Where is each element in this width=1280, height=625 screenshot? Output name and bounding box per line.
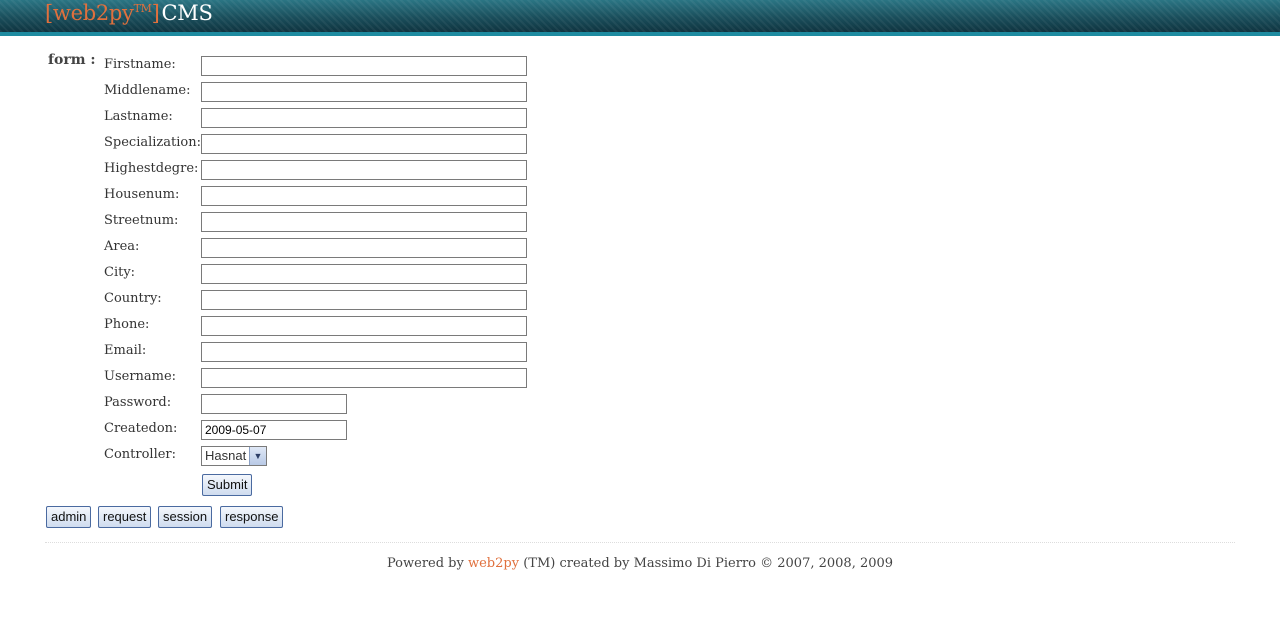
- firstname-field[interactable]: [201, 56, 527, 76]
- email-label: Email:: [104, 343, 147, 358]
- highestdegre-field[interactable]: [201, 160, 527, 180]
- site-logo[interactable]: [web2pyTM]CMS: [45, 1, 213, 25]
- country-field[interactable]: [201, 290, 527, 310]
- footer-divider: [45, 542, 1235, 543]
- createdon-label: Createdon:: [104, 421, 178, 436]
- createdon-field[interactable]: [201, 420, 347, 440]
- highestdegre-label: Highestdegre:: [104, 161, 199, 176]
- password-label: Password:: [104, 395, 172, 410]
- admin-button[interactable]: admin: [46, 506, 92, 528]
- header-bar: [web2pyTM]CMS: [0, 0, 1280, 36]
- phone-field[interactable]: [201, 316, 527, 336]
- specialization-field[interactable]: [201, 134, 527, 154]
- logo-app-name: CMS: [161, 1, 213, 25]
- logo-brand: [web2py: [45, 1, 134, 25]
- area-field[interactable]: [201, 238, 527, 258]
- middlename-field[interactable]: [201, 82, 527, 102]
- request-button[interactable]: request: [98, 506, 152, 528]
- streetnum-field[interactable]: [201, 212, 527, 232]
- logo-tm: TM: [133, 2, 152, 15]
- lastname-label: Lastname:: [104, 109, 173, 124]
- housenum-label: Housenum:: [104, 187, 180, 202]
- chevron-down-icon[interactable]: ▼: [249, 447, 266, 465]
- response-button[interactable]: response: [220, 506, 284, 528]
- city-label: City:: [104, 265, 136, 280]
- username-field[interactable]: [201, 368, 527, 388]
- password-field[interactable]: [201, 394, 347, 414]
- country-label: Country:: [104, 291, 162, 306]
- controller-select[interactable]: Hasnat ▼: [201, 446, 267, 466]
- city-field[interactable]: [201, 264, 527, 284]
- form-section-label: form :: [48, 52, 96, 68]
- web2py-link[interactable]: web2py: [468, 556, 519, 571]
- firstname-label: Firstname:: [104, 57, 176, 72]
- email-field[interactable]: [201, 342, 527, 362]
- footer-prefix: Powered by: [386, 556, 468, 571]
- submit-button[interactable]: Submit: [202, 474, 253, 496]
- controller-select-value: Hasnat: [205, 448, 247, 463]
- housenum-field[interactable]: [201, 186, 527, 206]
- username-label: Username:: [104, 369, 177, 384]
- session-button[interactable]: session: [158, 506, 213, 528]
- footer: Powered by web2py (TM) created by Massim…: [0, 556, 1280, 571]
- lastname-field[interactable]: [201, 108, 527, 128]
- specialization-label: Specialization:: [104, 135, 201, 150]
- logo-bracket: ]: [151, 1, 160, 25]
- footer-suffix: (TM) created by Massimo Di Pierro © 2007…: [519, 556, 894, 571]
- middlename-label: Middlename:: [104, 83, 191, 98]
- phone-label: Phone:: [104, 317, 150, 332]
- area-label: Area:: [104, 239, 140, 254]
- streetnum-label: Streetnum:: [104, 213, 179, 228]
- controller-label: Controller:: [104, 447, 177, 462]
